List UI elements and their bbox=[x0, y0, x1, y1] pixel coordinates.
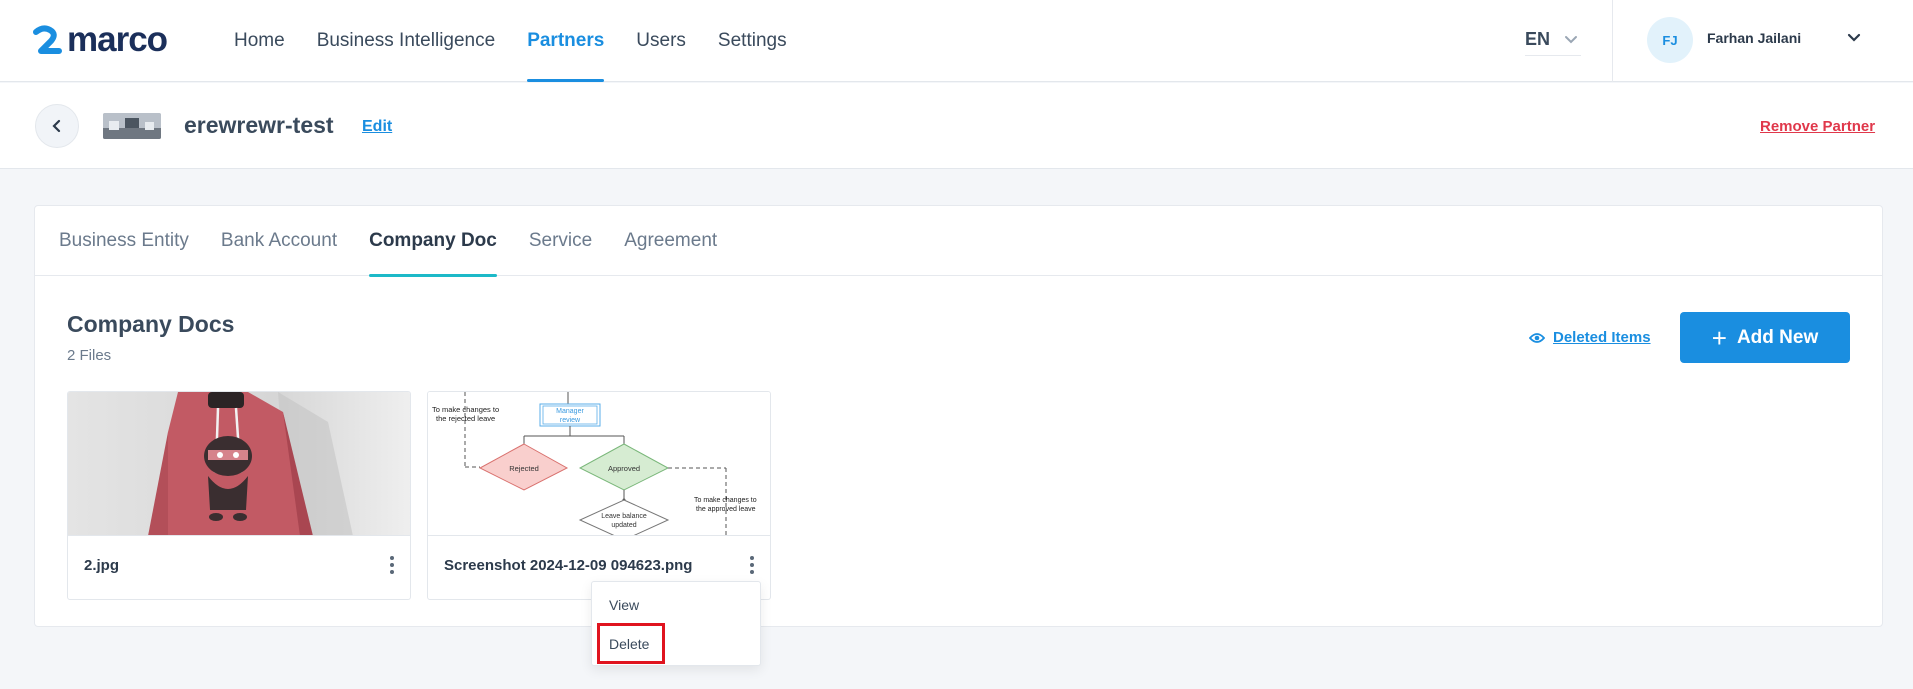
partner-header: erewrewr-test Edit Remove Partner bbox=[0, 83, 1913, 169]
add-new-button[interactable]: + Add New bbox=[1680, 312, 1850, 363]
deleted-items-label: Deleted Items bbox=[1553, 329, 1651, 346]
manager-review-line2: review bbox=[560, 417, 581, 424]
back-button[interactable] bbox=[35, 104, 79, 148]
tab-business-entity[interactable]: Business Entity bbox=[59, 206, 189, 276]
section-title: Company Docs bbox=[67, 311, 235, 337]
file-name: 2.jpg bbox=[84, 557, 120, 574]
file-preview-image[interactable]: To make changes to the rejected leave Ma… bbox=[428, 392, 770, 536]
note-rejected-line1: To make changes to bbox=[432, 405, 499, 414]
partner-thumbnail bbox=[103, 113, 161, 139]
deleted-items-link[interactable]: Deleted Items bbox=[1529, 329, 1651, 346]
language-label: EN bbox=[1525, 29, 1551, 49]
nav-item-partners[interactable]: Partners bbox=[527, 0, 605, 82]
flow-approved-label: Approved bbox=[608, 464, 640, 473]
add-new-label: Add New bbox=[1736, 326, 1819, 348]
partner-thumbnail-image bbox=[103, 113, 161, 139]
chevron-down-icon bbox=[1565, 35, 1578, 43]
flow-rejected-label: Rejected bbox=[509, 464, 539, 473]
nav-item-business-intelligence[interactable]: Business Intelligence bbox=[317, 0, 496, 82]
leave-balance-line2: updated bbox=[611, 522, 636, 529]
eye-icon bbox=[1529, 332, 1545, 343]
note-approved-line1: To make changes to bbox=[694, 497, 757, 504]
logo-text: marco bbox=[67, 20, 168, 59]
partner-tabs: Business Entity Bank Account Company Doc… bbox=[35, 206, 1882, 277]
tab-agreement[interactable]: Agreement bbox=[624, 206, 717, 276]
note-rejected-line2: the rejected leave bbox=[436, 414, 495, 423]
chevron-left-icon bbox=[52, 119, 61, 133]
nav-item-home[interactable]: Home bbox=[234, 0, 285, 82]
partner-details-card: Business Entity Bank Account Company Doc… bbox=[34, 205, 1883, 627]
nav-divider bbox=[1612, 0, 1613, 82]
partner-name: erewrewr-test bbox=[184, 112, 334, 138]
avatar[interactable]: FJ bbox=[1647, 17, 1693, 63]
note-approved-line2: the approved leave bbox=[696, 506, 756, 513]
leave-balance-line1: Leave balance bbox=[601, 513, 647, 520]
kebab-menu-icon[interactable] bbox=[746, 552, 758, 578]
plus-icon: + bbox=[1711, 322, 1727, 353]
tab-company-doc[interactable]: Company Doc bbox=[369, 206, 497, 277]
file-card[interactable]: 2.jpg bbox=[67, 391, 411, 600]
marco-logo[interactable]: marco bbox=[33, 20, 168, 59]
file-name: Screenshot 2024-12-09 094623.png bbox=[444, 557, 693, 574]
language-selector[interactable]: EN bbox=[1525, 24, 1581, 56]
file-card[interactable]: To make changes to the rejected leave Ma… bbox=[427, 391, 771, 600]
user-name[interactable]: Farhan Jailani bbox=[1707, 30, 1801, 46]
tab-bank-account[interactable]: Bank Account bbox=[221, 206, 337, 276]
marco-logo-icon bbox=[33, 25, 62, 54]
user-menu-chevron-down-icon[interactable] bbox=[1846, 32, 1862, 44]
menu-item-view[interactable]: View bbox=[609, 597, 639, 613]
file-count: 2 Files bbox=[67, 347, 112, 364]
kebab-menu-icon[interactable] bbox=[386, 552, 398, 578]
file-preview-image[interactable] bbox=[68, 392, 410, 536]
manager-review-line1: Manager bbox=[556, 408, 584, 415]
flowchart-image: To make changes to the rejected leave Ma… bbox=[428, 392, 770, 535]
edit-partner-link[interactable]: Edit bbox=[362, 118, 392, 136]
hoodie-image bbox=[68, 392, 410, 535]
nav-item-settings[interactable]: Settings bbox=[718, 0, 787, 82]
remove-partner-link[interactable]: Remove Partner bbox=[1760, 118, 1875, 135]
delete-highlight-box bbox=[597, 623, 665, 664]
main-nav: Home Business Intelligence Partners User… bbox=[234, 0, 819, 82]
top-navigation: marco Home Business Intelligence Partner… bbox=[0, 0, 1913, 82]
tab-service[interactable]: Service bbox=[529, 206, 592, 276]
nav-item-users[interactable]: Users bbox=[636, 0, 686, 82]
